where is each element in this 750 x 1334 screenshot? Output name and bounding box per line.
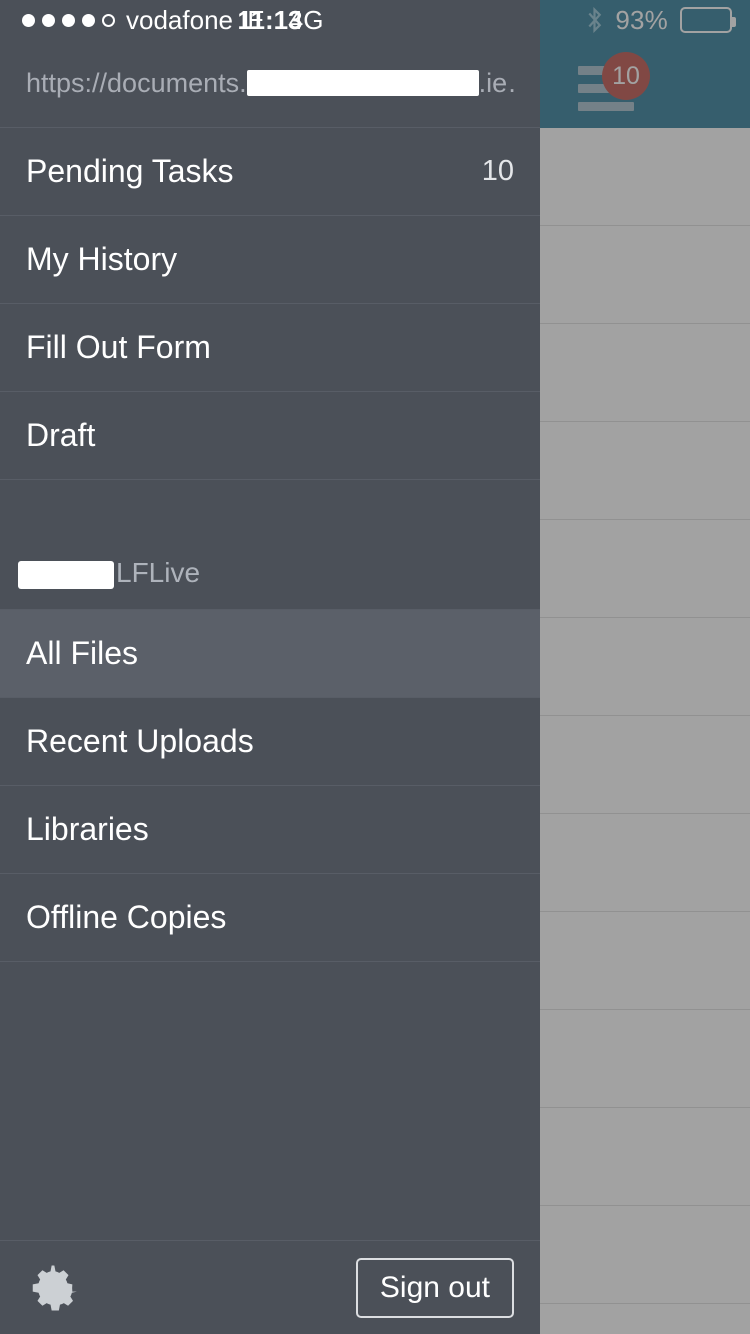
- sidebar-item-label: Draft: [26, 417, 95, 454]
- group-label-text: LFLive: [116, 557, 200, 589]
- drawer-spacer: [0, 962, 540, 1240]
- sidebar-item-label: Pending Tasks: [26, 153, 234, 190]
- app-root: vodafone IE 4G 11:13 93% 10: [0, 0, 750, 1334]
- sidebar-item-label: Offline Copies: [26, 899, 226, 936]
- url-prefix: https://documents.: [26, 68, 247, 98]
- sidebar-item-draft[interactable]: Draft: [0, 392, 540, 480]
- drawer-files-section: All Files Recent Uploads Libraries Offli…: [0, 610, 540, 962]
- url-suffix: .ie…: [479, 68, 514, 98]
- url-redaction-block: [247, 70, 479, 96]
- sidebar-item-label: Recent Uploads: [26, 723, 254, 760]
- sidebar-item-label: All Files: [26, 635, 138, 672]
- sidebar-item-count: 10: [482, 155, 514, 188]
- sidebar-item-label: Libraries: [26, 811, 149, 848]
- sidebar-item-recent-uploads[interactable]: Recent Uploads: [0, 698, 540, 786]
- sidebar-item-pending-tasks[interactable]: Pending Tasks 10: [0, 128, 540, 216]
- url-text: https://documents. .ie…: [26, 68, 514, 99]
- sidebar-item-all-files[interactable]: All Files: [0, 610, 540, 698]
- navigation-drawer: vodafone IE 4G 11:13 https://documents..…: [0, 0, 540, 1334]
- sidebar-item-libraries[interactable]: Libraries: [0, 786, 540, 874]
- sidebar-item-label: Fill Out Form: [26, 329, 211, 366]
- sidebar-item-offline-copies[interactable]: Offline Copies: [0, 874, 540, 962]
- drawer-task-section: Pending Tasks 10 My History Fill Out For…: [0, 128, 540, 480]
- drawer-footer: Sign out: [0, 1240, 540, 1334]
- gear-icon[interactable]: [26, 1261, 80, 1315]
- status-bar-clock: 11:13: [0, 0, 540, 40]
- sidebar-item-label: My History: [26, 241, 177, 278]
- sign-out-button[interactable]: Sign out: [356, 1258, 514, 1318]
- drawer-group-label: LFLive: [0, 480, 540, 610]
- group-label-redaction-block: [18, 561, 114, 589]
- drawer-status-bar: vodafone IE 4G 11:13: [0, 0, 540, 40]
- sidebar-item-fill-out-form[interactable]: Fill Out Form: [0, 304, 540, 392]
- address-bar[interactable]: https://documents. .ie…: [0, 40, 540, 128]
- sidebar-item-my-history[interactable]: My History: [0, 216, 540, 304]
